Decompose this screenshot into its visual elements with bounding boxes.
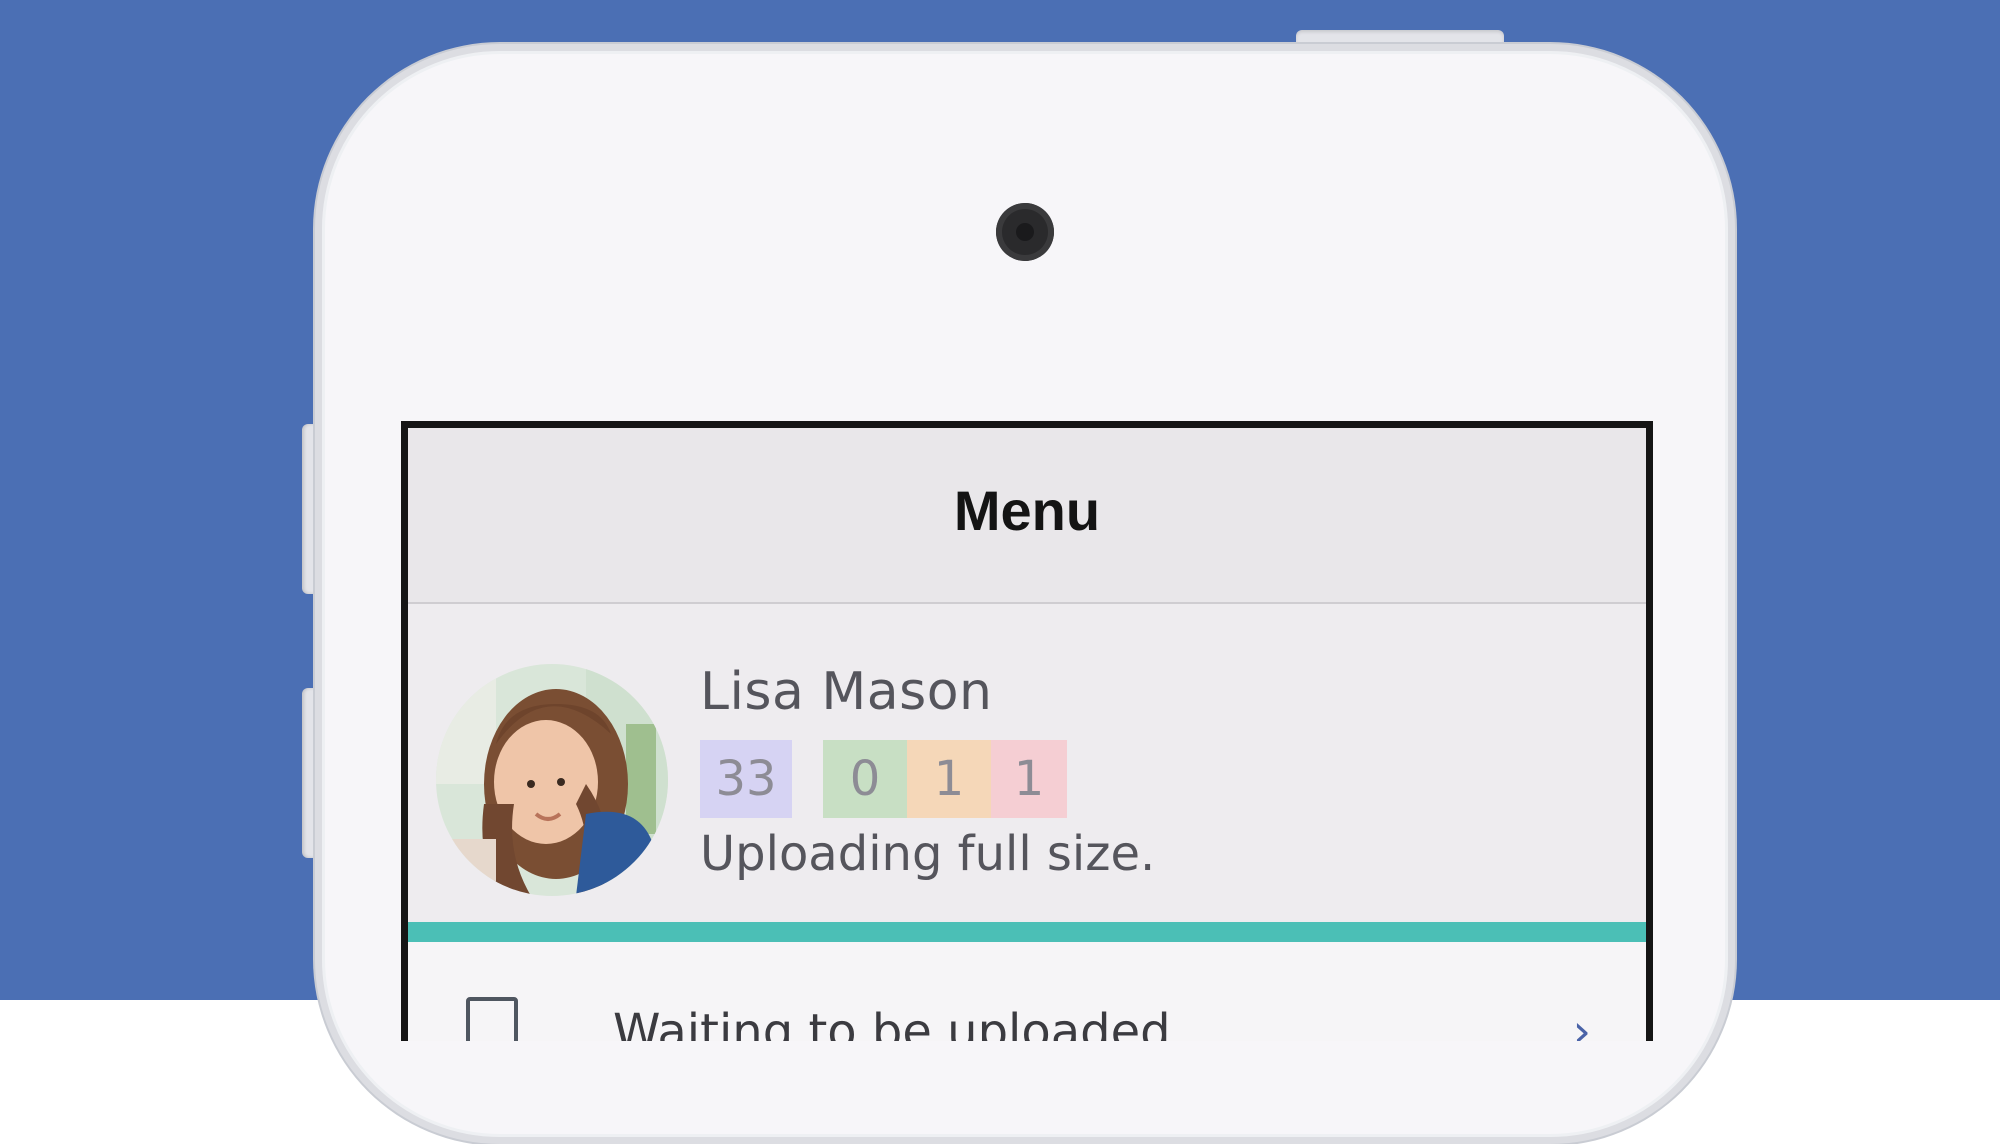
checkbox-empty-icon[interactable] — [466, 997, 518, 1041]
avatar[interactable] — [436, 664, 668, 896]
page-title: Menu — [953, 479, 1101, 542]
badge-green: 0 — [823, 740, 907, 818]
upload-status: Uploading full size. — [700, 826, 1156, 882]
front-camera — [996, 203, 1054, 261]
user-photo-icon — [436, 664, 668, 896]
upload-progress-fill — [408, 922, 1646, 942]
profile-section: Lisa Mason 33 0 1 1 Uploading full size. — [408, 604, 1646, 922]
upload-progress-bar — [408, 922, 1646, 942]
user-name: Lisa Mason — [700, 662, 993, 722]
chevron-right-icon[interactable]: › — [1573, 1004, 1591, 1041]
list-item[interactable]: Waiting to be uploaded › — [408, 942, 1646, 1041]
navigation-bar: Menu — [408, 428, 1646, 604]
phone-screen: Menu Lisa Mason 33 0 1 1 Uploading full … — [401, 421, 1653, 1041]
badge-orange: 1 — [907, 740, 991, 818]
badge-total: 33 — [700, 740, 792, 818]
camera-lens — [1016, 223, 1034, 241]
list-item-label: Waiting to be uploaded — [613, 1004, 1171, 1041]
badge-pink: 1 — [991, 740, 1067, 818]
